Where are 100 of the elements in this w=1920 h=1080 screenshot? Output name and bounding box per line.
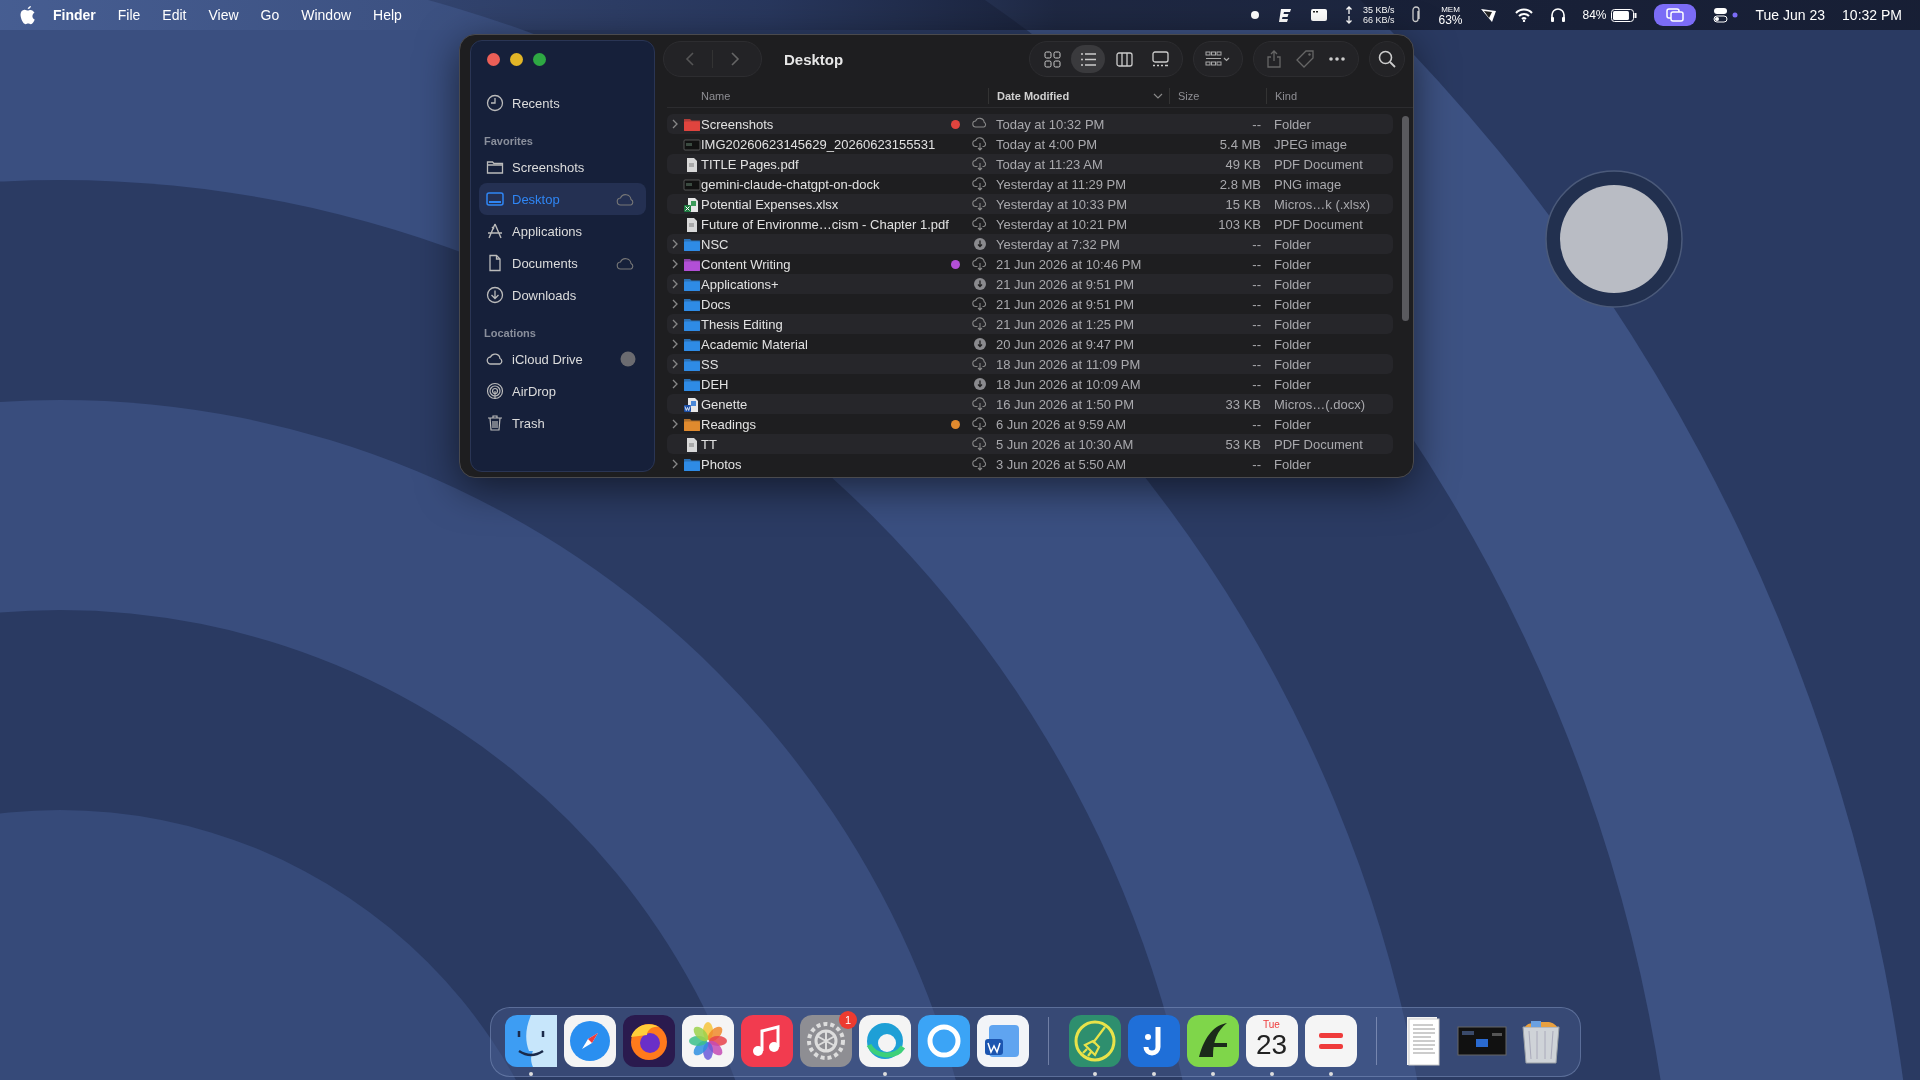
column-header[interactable]: Kind xyxy=(1266,88,1413,104)
sidebar-item[interactable]: Documents xyxy=(479,247,646,279)
file-name[interactable]: Readings xyxy=(701,416,951,432)
group-button[interactable] xyxy=(1193,41,1243,77)
share-button[interactable] xyxy=(1266,50,1282,68)
file-name[interactable]: Photos xyxy=(701,456,951,472)
file-name[interactable]: TITLE Pages.pdf xyxy=(701,156,951,172)
desktop-icon xyxy=(486,190,504,208)
document-icon[interactable] xyxy=(976,1015,1029,1067)
sidebar-item[interactable]: Screenshots xyxy=(479,151,646,183)
flower-icon[interactable] xyxy=(681,1015,734,1067)
file-name[interactable]: Screenshots xyxy=(701,116,951,132)
menu-bar-time[interactable]: 10:32 PM xyxy=(1842,7,1902,23)
view-mode-button[interactable] xyxy=(1071,45,1105,73)
file-name[interactable]: SS xyxy=(701,356,951,372)
headphones-icon xyxy=(1549,7,1566,23)
file-name[interactable]: Content Writing xyxy=(701,256,951,272)
equals-icon[interactable] xyxy=(1304,1015,1357,1067)
swoosh-icon[interactable] xyxy=(1186,1015,1239,1067)
clock-icon xyxy=(486,94,504,112)
download-speed: 66 KB/s xyxy=(1362,15,1395,25)
screen-mirroring-button[interactable] xyxy=(1653,4,1696,26)
file-size: 103 KB xyxy=(1217,216,1261,232)
file-kind: Folder xyxy=(1273,376,1312,392)
file-name[interactable]: NSC xyxy=(701,236,951,252)
file-name[interactable]: TT xyxy=(701,436,951,452)
sidebar-item[interactable]: Downloads xyxy=(479,279,646,311)
wave-ring-icon[interactable] xyxy=(858,1015,911,1067)
file-size: -- xyxy=(1251,296,1261,312)
file-kind: JPEG image xyxy=(1273,136,1348,152)
tag-button[interactable] xyxy=(1296,50,1314,68)
sidebar-item[interactable]: AirDrop xyxy=(479,375,646,407)
date-modified: 3 Jun 2026 at 5:50 AM xyxy=(995,456,1128,472)
date-modified: 21 Jun 2026 at 10:46 PM xyxy=(995,256,1143,272)
date-modified: 6 Jun 2026 at 9:59 AM xyxy=(995,416,1128,432)
folder-icon xyxy=(683,336,701,352)
disc-icon xyxy=(620,351,636,367)
calendar-weekday: Tue xyxy=(1263,1019,1280,1030)
file-name[interactable]: IMG20260623145629_20260623155531 xyxy=(701,136,951,152)
menu-item[interactable]: Go xyxy=(249,7,291,23)
folder-icon xyxy=(683,456,701,472)
column-header[interactable]: Size xyxy=(1169,88,1266,104)
sidebar-item[interactable]: Desktop xyxy=(479,183,646,215)
battery-percentage: 84% xyxy=(1582,8,1607,22)
app-menu[interactable]: Finder xyxy=(42,7,107,23)
ring-icon[interactable] xyxy=(917,1015,970,1067)
file-name[interactable]: Docs xyxy=(701,296,951,312)
calendar-day: 23 xyxy=(1255,1030,1288,1060)
sidebar-item[interactable]: iCloud Drive xyxy=(479,343,646,375)
menu-item[interactable]: View xyxy=(197,7,250,23)
date-modified: Yesterday at 7:32 PM xyxy=(995,236,1121,252)
ellipsis-icon xyxy=(1328,56,1346,62)
compass-icon[interactable] xyxy=(563,1015,616,1067)
file-name[interactable]: gemini-claude-chatgpt-on-dock xyxy=(701,176,951,192)
tag-icon xyxy=(1296,50,1314,68)
file-name[interactable]: Academic Material xyxy=(701,336,951,352)
date-modified: 21 Jun 2026 at 9:51 PM xyxy=(995,296,1136,312)
sidebar-item[interactable]: Applications xyxy=(479,215,646,247)
scrollbar[interactable] xyxy=(1402,116,1409,321)
menu-item[interactable]: Help xyxy=(362,7,413,23)
fox-globe-icon[interactable] xyxy=(622,1015,675,1067)
menu-item[interactable]: Edit xyxy=(151,7,198,23)
sidebar-item[interactable]: Trash xyxy=(479,407,646,439)
file-name[interactable]: Future of Environme…cism - Chapter 1.pdf xyxy=(701,216,951,232)
gear-icon[interactable] xyxy=(799,1015,852,1067)
folder-icon xyxy=(683,236,701,252)
hook-icon[interactable] xyxy=(1127,1015,1180,1067)
menu-bar-date[interactable]: Tue Jun 23 xyxy=(1755,7,1826,23)
sidebar-item[interactable]: Recents xyxy=(479,87,646,119)
file-name[interactable]: Thesis Editing xyxy=(701,316,951,332)
close-button[interactable] xyxy=(487,53,500,66)
column-header[interactable]: Date Modified xyxy=(988,88,1169,104)
file-name[interactable]: DEH xyxy=(701,376,951,392)
file-kind: Folder xyxy=(1273,316,1312,332)
file-name[interactable]: Potential Expenses.xlsx xyxy=(701,196,951,212)
disclosure-chevron-icon xyxy=(672,119,678,129)
menu-item[interactable]: Window xyxy=(290,7,363,23)
file-kind: Folder xyxy=(1273,456,1312,472)
broom-icon[interactable] xyxy=(1068,1015,1121,1067)
chevron-left-icon xyxy=(685,51,695,67)
file-size: -- xyxy=(1251,236,1261,252)
zoom-button[interactable] xyxy=(533,53,546,66)
more-button[interactable] xyxy=(1328,56,1346,62)
file-name[interactable]: Applications+ xyxy=(701,276,951,292)
split-tile-icon[interactable] xyxy=(504,1015,557,1067)
file-size: -- xyxy=(1251,376,1261,392)
word-document-icon xyxy=(683,396,701,412)
menu-item[interactable]: File xyxy=(106,7,152,23)
folder-icon xyxy=(683,256,701,272)
column-header[interactable]: Name xyxy=(701,88,988,104)
file-size: -- xyxy=(1251,316,1261,332)
minimize-button[interactable] xyxy=(510,53,523,66)
music-note-icon[interactable] xyxy=(740,1015,793,1067)
trash-icon xyxy=(486,414,504,432)
search-button[interactable] xyxy=(1369,41,1405,77)
sidebar-heading: Favorites xyxy=(483,134,534,149)
calendar-icon[interactable]: Tue 23 xyxy=(1245,1015,1298,1067)
icon-view-icon xyxy=(1043,50,1061,68)
date-modified: Yesterday at 10:33 PM xyxy=(995,196,1129,212)
file-name[interactable]: Genette xyxy=(701,396,951,412)
